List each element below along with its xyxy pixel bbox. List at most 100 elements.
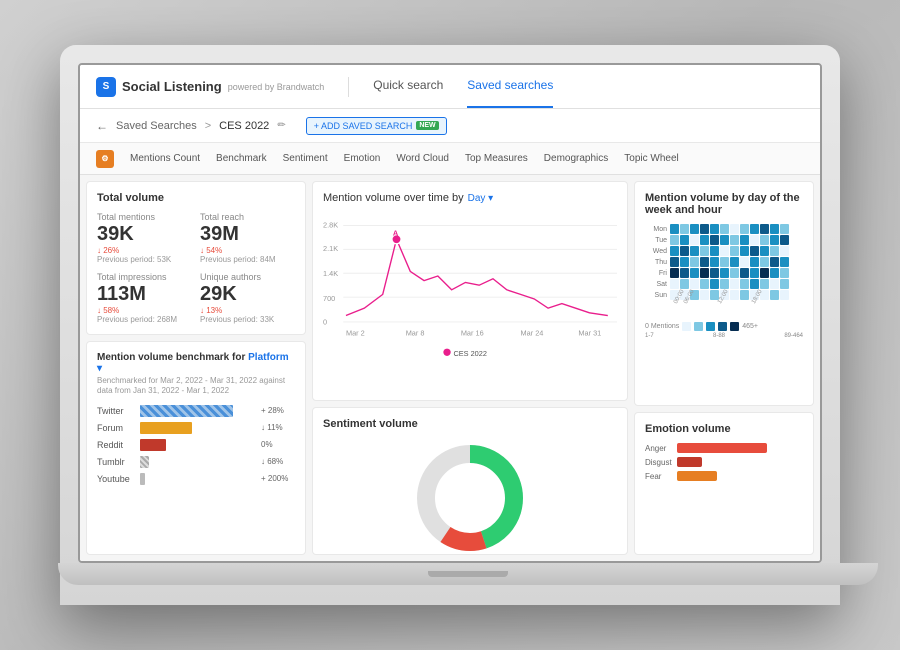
sub-nav-icon: ⚙ <box>96 150 114 168</box>
cell <box>740 224 749 234</box>
bench-bar-tumblr <box>140 456 149 468</box>
back-button[interactable]: ← <box>96 119 108 133</box>
emotion-label-fear: Fear <box>645 472 673 481</box>
left-column: Total volume Total mentions 39K ↓ 26% Pr… <box>86 181 306 555</box>
tab-word-cloud[interactable]: Word Cloud <box>396 149 449 168</box>
header: S Social Listening powered by Brandwatch… <box>80 65 820 109</box>
heatmap-legend-values: 1-7 8-88 89-464 <box>645 333 803 339</box>
heatmap-title: Mention volume by day of the week and ho… <box>645 192 803 216</box>
middle-column: Mention volume over time by Day ▾ 2.8K 2… <box>312 181 628 555</box>
bench-pct-reddit: 0% <box>261 440 295 449</box>
svg-text:Mar 24: Mar 24 <box>521 329 544 338</box>
laptop-base <box>58 563 878 585</box>
tab-top-measures[interactable]: Top Measures <box>465 149 528 168</box>
bench-label-forum: Forum <box>97 423 135 433</box>
total-impressions-label: Total impressions <box>97 272 192 282</box>
bench-bar-forum <box>140 422 192 434</box>
unique-authors-metric: Unique authors 29K ↓ 13% Previous period… <box>200 272 295 324</box>
cell <box>730 224 739 234</box>
svg-text:0: 0 <box>323 318 327 327</box>
tab-demographics[interactable]: Demographics <box>544 149 608 168</box>
emotion-label-disgust: Disgust <box>645 458 673 467</box>
cell <box>700 224 709 234</box>
heatmap-row-thu: Thu <box>645 257 803 267</box>
line-chart-svg: 2.8K 2.1K 1.4K 700 0 <box>323 210 617 365</box>
total-reach-label: Total reach <box>200 212 295 222</box>
app: S Social Listening powered by Brandwatch… <box>80 65 820 561</box>
chart-header: Mention volume over time by Day ▾ <box>323 192 617 204</box>
tab-mentions-count[interactable]: Mentions Count <box>130 149 200 168</box>
tab-sentiment[interactable]: Sentiment <box>283 149 328 168</box>
heatmap-label-wed: Wed <box>645 248 667 255</box>
edit-icon[interactable]: ✏ <box>277 120 285 131</box>
chart-title: Mention volume over time by <box>323 192 464 204</box>
metrics-grid: Total mentions 39K ↓ 26% Previous period… <box>97 212 295 324</box>
bench-bar-wrap-youtube <box>140 473 256 485</box>
bench-bar-wrap-reddit <box>140 439 256 451</box>
mention-volume-chart-card: Mention volume over time by Day ▾ 2.8K 2… <box>312 181 628 401</box>
add-saved-search-button[interactable]: + ADD SAVED SEARCH NEW <box>306 117 447 135</box>
add-search-label: + ADD SAVED SEARCH <box>314 121 413 131</box>
donut-wrap <box>323 438 617 555</box>
unique-authors-change: ↓ 13% <box>200 306 295 315</box>
svg-text:Mar 31: Mar 31 <box>578 329 601 338</box>
bench-bar-twitter <box>140 405 233 417</box>
hour-labels: 00:00 06:00 12:00 18:00 <box>673 302 803 308</box>
emotion-volume-card: Emotion volume Anger Disgust F <box>634 412 814 555</box>
cell <box>770 224 779 234</box>
heatmap-row-mon: Mon <box>645 224 803 234</box>
benchmark-title: Mention volume benchmark for Platform ▾ <box>97 352 295 374</box>
heatmap-label-sat: Sat <box>645 281 667 288</box>
total-reach-value: 39M <box>200 224 295 244</box>
tab-benchmark[interactable]: Benchmark <box>216 149 267 168</box>
total-reach-prev: Previous period: 84M <box>200 255 295 264</box>
heatmap-row-wed: Wed <box>645 246 803 256</box>
bench-pct-tumblr: ↓ 68% <box>261 457 295 466</box>
svg-text:Mar 16: Mar 16 <box>461 329 484 338</box>
main-content: Total volume Total mentions 39K ↓ 26% Pr… <box>80 175 820 561</box>
bench-pct-forum: ↓ 11% <box>261 423 295 432</box>
heatmap-row-tue: Tue <box>645 235 803 245</box>
bench-bar-wrap-forum <box>140 422 256 434</box>
cell <box>720 224 729 234</box>
heatmap-card: Mention volume by day of the week and ho… <box>634 181 814 406</box>
svg-text:Mar 2: Mar 2 <box>346 329 365 338</box>
emotion-bar-disgust <box>677 457 702 467</box>
total-reach-change: ↓ 54% <box>200 246 295 255</box>
bench-row-youtube: Youtube + 200% <box>97 473 295 485</box>
header-nav: Quick search Saved searches <box>373 65 553 108</box>
breadcrumb-saved: Saved Searches <box>116 120 197 132</box>
breadcrumb-separator: > <box>205 120 211 132</box>
emotion-bar-anger <box>677 443 767 453</box>
bench-pct-twitter: + 28% <box>261 406 295 415</box>
emotion-row-fear: Fear <box>645 471 803 481</box>
nav-saved-searches[interactable]: Saved searches <box>467 65 553 108</box>
heatmap-legend: 0 Mentions 465+ <box>645 322 803 331</box>
svg-text:CES 2022: CES 2022 <box>453 349 486 358</box>
bench-pct-youtube: + 200% <box>261 474 295 483</box>
bench-row-forum: Forum ↓ 11% <box>97 422 295 434</box>
total-mentions-value: 39K <box>97 224 192 244</box>
right-column: Mention volume by day of the week and ho… <box>634 181 814 555</box>
bench-label-youtube: Youtube <box>97 474 135 484</box>
tab-emotion[interactable]: Emotion <box>344 149 381 168</box>
total-impressions-prev: Previous period: 268M <box>97 315 192 324</box>
total-mentions-change: ↓ 26% <box>97 246 192 255</box>
bench-row-tumblr: Tumblr ↓ 68% <box>97 456 295 468</box>
day-selector[interactable]: Day ▾ <box>468 193 494 204</box>
tab-topic-wheel[interactable]: Topic Wheel <box>624 149 678 168</box>
nav-quick-search[interactable]: Quick search <box>373 65 443 108</box>
bench-bar-reddit <box>140 439 166 451</box>
cell <box>780 224 789 234</box>
bench-bar-wrap-tumblr <box>140 456 256 468</box>
donut-chart <box>410 438 530 555</box>
svg-text:A: A <box>393 229 399 238</box>
platform-selector[interactable]: Platform ▾ <box>97 352 289 374</box>
bench-row-twitter: Twitter + 28% <box>97 405 295 417</box>
svg-text:2.8K: 2.8K <box>323 220 338 229</box>
heatmap-row-sat: Sat <box>645 279 803 289</box>
sentiment-volume-card: Sentiment volume <box>312 407 628 555</box>
laptop-notch <box>428 571 508 577</box>
cell <box>670 224 679 234</box>
total-mentions-prev: Previous period: 53K <box>97 255 192 264</box>
